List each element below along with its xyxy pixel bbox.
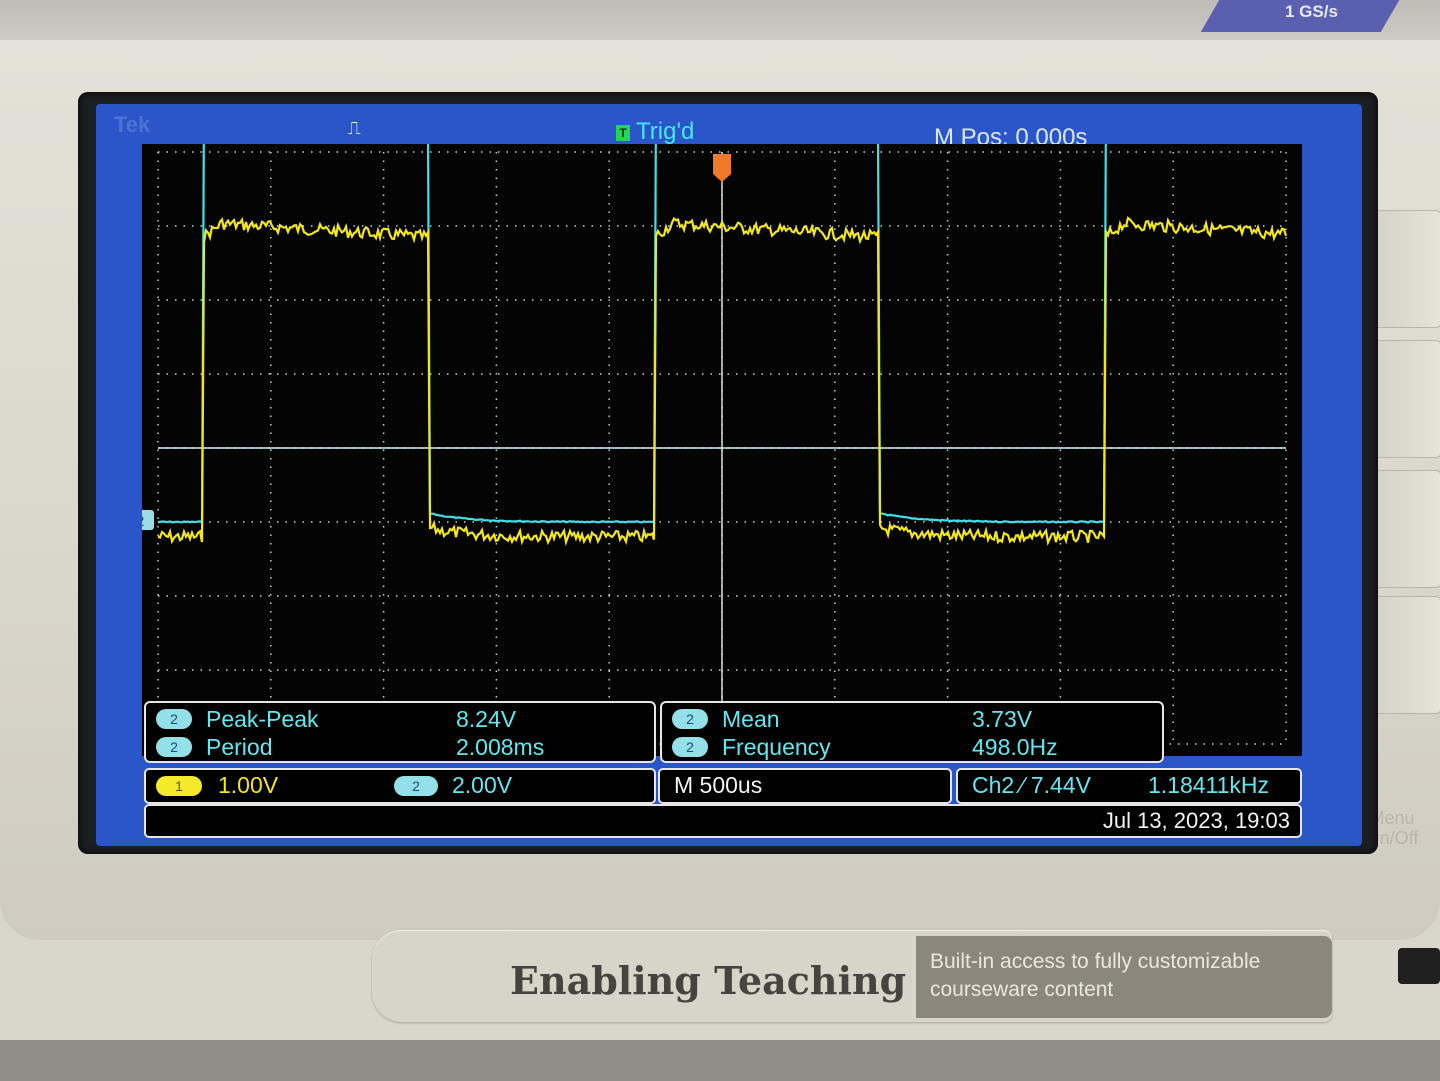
pulse-icon: ⎍ — [348, 118, 361, 138]
measurement-peak-peak: 2 Peak-Peak 8.24V — [156, 705, 639, 733]
channel-scale-bar[interactable]: 1 1.00V 2 2.00V — [144, 768, 656, 804]
measurement-label: Mean — [722, 706, 780, 732]
measurement-frequency: 2 Frequency 498.0Hz — [672, 733, 1147, 761]
scope-base — [0, 1040, 1440, 1081]
trigger-icon: T — [616, 125, 630, 141]
measurement-value: 498.0Hz — [972, 734, 1058, 760]
timebase: M 500us — [674, 772, 763, 798]
measurement-value: 2.008ms — [456, 734, 545, 760]
plate-subtitle: Built-in access to fully customizable co… — [930, 950, 1261, 1001]
datetime-bar: Jul 13, 2023, 19:03 — [144, 804, 1302, 838]
measurement-value: 3.73V — [972, 706, 1033, 732]
ch1-chip[interactable]: 1 — [156, 776, 202, 796]
scope-screen: Tek ⎍ TTrig'd M Pos: 0.000s 2 2 Peak-Pea… — [96, 104, 1362, 846]
ch2-scale: 2.00V — [452, 772, 513, 798]
screen-header: Tek ⎍ T Trig'd M Pos: 0.000s — [96, 104, 1362, 151]
plate-title: Enabling Teaching — [510, 958, 907, 1003]
ch2-ground-marker: 2 — [142, 510, 154, 530]
brand-logo: Tek — [114, 112, 151, 137]
channel-chip: 2 — [672, 709, 708, 729]
measurement-value: 8.24V — [456, 706, 517, 732]
usb-port-icon — [1398, 948, 1440, 984]
measurement-label: Frequency — [722, 734, 831, 760]
sample-rate-label: 1 GS/s — [1285, 2, 1338, 21]
measurement-mean: 2 Mean 3.73V — [672, 705, 1147, 733]
channel-chip: 2 — [156, 709, 192, 729]
measurement-label: Peak-Peak — [206, 706, 319, 732]
trigger-setting: Ch2 ∕ 7.44V — [972, 772, 1091, 798]
channel-chip: 2 — [672, 737, 708, 757]
ch2-chip[interactable]: 2 — [394, 776, 438, 796]
trigger-status-text: Trig'd — [636, 118, 695, 145]
measurement-label: Period — [206, 734, 273, 760]
channel-chip: 2 — [156, 737, 192, 757]
ch2-ground-marker-label: 2 — [142, 513, 144, 530]
trigger-status: T Trig'd — [616, 118, 694, 146]
datetime: Jul 13, 2023, 19:03 — [1102, 808, 1290, 833]
graticule: 2 — [142, 144, 1302, 756]
timebase-bar[interactable]: M 500us — [658, 768, 952, 804]
trigger-frequency: 1.18411kHz — [1148, 772, 1270, 798]
measurement-panel-right: 2 Mean 3.73V 2 Frequency 498.0Hz — [660, 701, 1164, 763]
trigger-bar[interactable]: Ch2 ∕ 7.44V 1.18411kHz — [956, 768, 1302, 804]
measurement-period: 2 Period 2.008ms — [156, 733, 639, 761]
measurement-panel-left: 2 Peak-Peak 8.24V 2 Period 2.008ms — [144, 701, 656, 763]
ch1-scale: 1.00V — [218, 772, 279, 798]
